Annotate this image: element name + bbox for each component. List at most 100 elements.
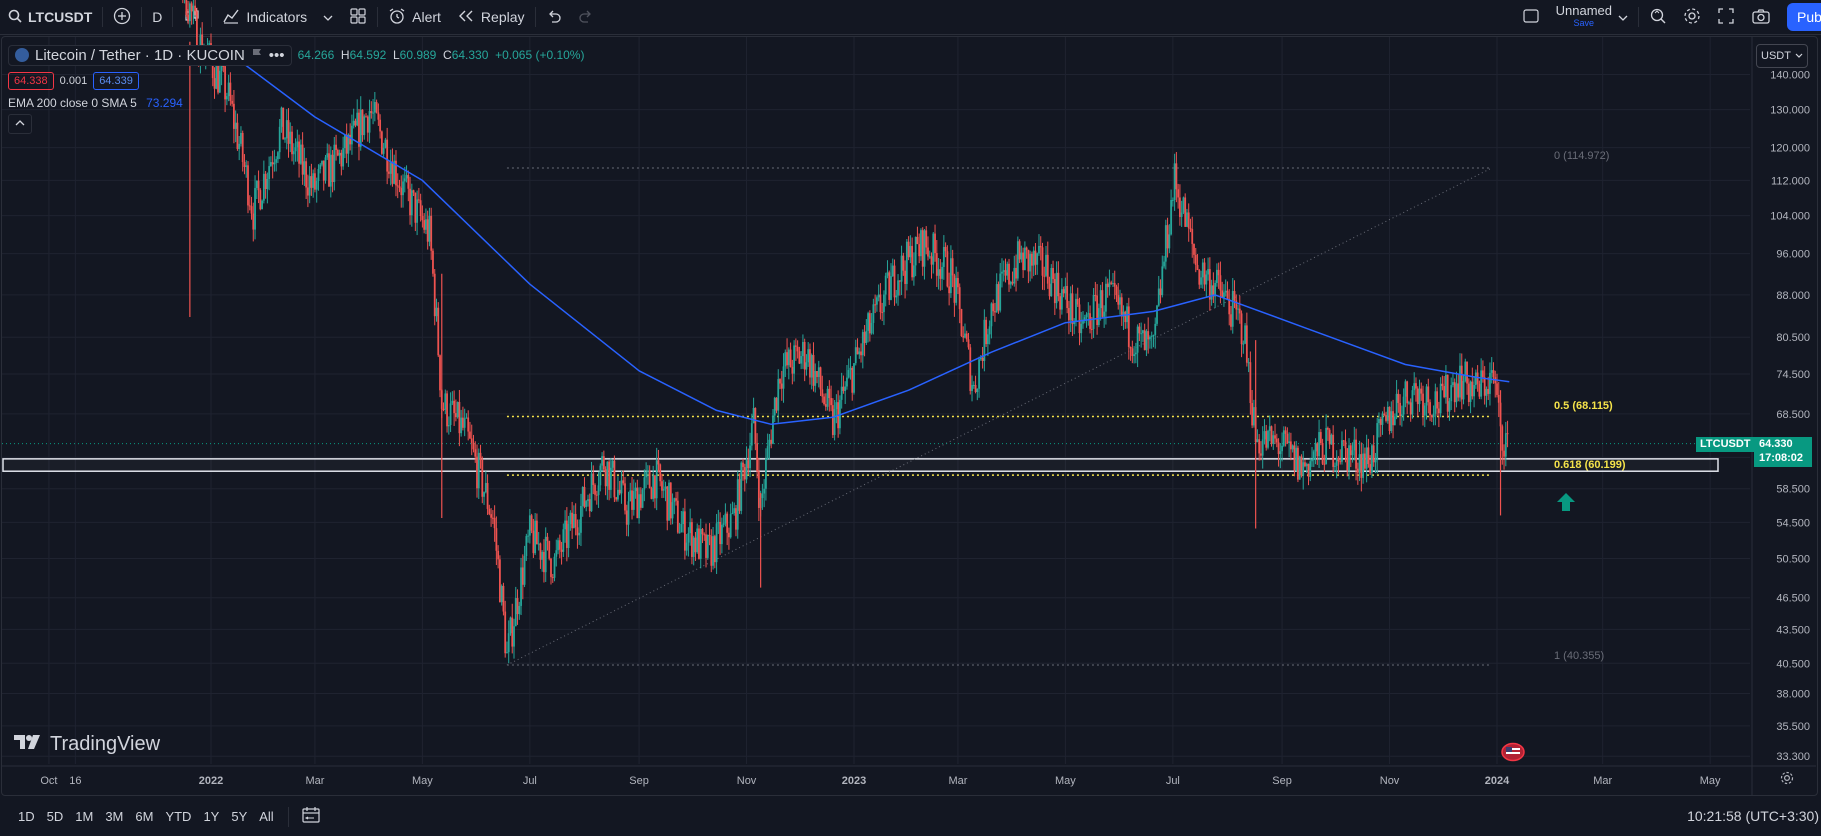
candle-body [187, 14, 189, 22]
candle-body [1408, 402, 1410, 404]
range-button-3m[interactable]: 3M [99, 809, 129, 824]
range-button-5y[interactable]: 5Y [225, 809, 253, 824]
candle-body [754, 407, 757, 444]
candle-body [1173, 163, 1176, 200]
range-button-1y[interactable]: 1Y [197, 809, 225, 824]
ema-legend[interactable]: EMA 200 close 0 SMA 5 73.294 [8, 96, 584, 110]
candle-body [1247, 362, 1250, 364]
candle-body [1006, 263, 1009, 276]
candle-body [432, 250, 434, 274]
range-button-6m[interactable]: 6M [129, 809, 159, 824]
drawings-layer [2, 167, 1752, 666]
candle-body [1374, 460, 1377, 463]
sell-price-button[interactable]: 64.338 [8, 72, 54, 90]
candle-body [523, 556, 526, 585]
candle-body [1258, 439, 1261, 454]
range-button-ytd[interactable]: YTD [159, 809, 197, 824]
x-tick-label: May [1055, 775, 1076, 787]
candle-body [706, 534, 709, 558]
candle-body [949, 258, 952, 294]
more-icon[interactable]: ••• [269, 47, 285, 64]
candle-body [1363, 453, 1366, 469]
chart-grid [2, 37, 1750, 764]
candle-body [742, 462, 744, 468]
buy-price-button[interactable]: 64.339 [93, 72, 139, 90]
candle-body [410, 190, 413, 216]
candle-body [960, 309, 963, 337]
candle-body [449, 403, 452, 425]
candle-body [248, 205, 251, 207]
candle-body [433, 273, 436, 317]
economic-event-flag-icon[interactable] [1500, 742, 1526, 765]
candle-body [646, 470, 649, 472]
candle-body [506, 652, 508, 654]
candle-body [462, 417, 464, 428]
candle-body [430, 215, 433, 251]
collapse-legend-button[interactable] [8, 114, 32, 134]
candle-body [685, 542, 688, 551]
candle-body [773, 397, 776, 416]
candle-body [400, 187, 403, 196]
candle-body [912, 265, 915, 278]
candle-body [602, 456, 605, 470]
candle-body [1464, 361, 1467, 381]
range-button-all[interactable]: All [253, 809, 279, 824]
candle-body [486, 483, 489, 509]
candle-body [488, 508, 491, 515]
range-button-1m[interactable]: 1M [69, 809, 99, 824]
candle-body [722, 523, 725, 525]
candle-body [611, 460, 614, 468]
candle-body [539, 543, 542, 560]
candle-body [1379, 419, 1382, 425]
candle-body [914, 236, 917, 266]
candle-body [257, 180, 260, 191]
range-button-1d[interactable]: 1D [12, 809, 41, 824]
candle-body [1279, 451, 1282, 455]
candle-body [1080, 323, 1083, 334]
axis-settings-icon[interactable] [1780, 771, 1794, 788]
candle-body [1008, 263, 1010, 285]
tradingview-watermark[interactable]: TradingView [14, 733, 160, 756]
candle-body [398, 186, 401, 188]
candle-body [1288, 441, 1291, 444]
range-button-5d[interactable]: 5D [41, 809, 70, 824]
candle-body [927, 247, 929, 257]
candle-body [1226, 290, 1229, 299]
x-tick-label: Mar [1593, 775, 1612, 787]
candle-body [1134, 352, 1137, 355]
candle-body [447, 424, 450, 427]
candle-body [1011, 281, 1014, 284]
candle-body [1392, 411, 1394, 426]
candle-body [1171, 199, 1174, 201]
candle-body [521, 567, 524, 585]
x-tick-label: 16 [69, 775, 81, 787]
candle-body [1487, 388, 1490, 394]
candle-body [252, 213, 255, 230]
candle-body [1200, 277, 1202, 285]
candle-body [786, 352, 788, 366]
x-tick-label: Mar [305, 775, 324, 787]
candle-body [1457, 383, 1460, 398]
up-arrow-icon[interactable] [1556, 492, 1576, 515]
candle-body [576, 527, 579, 536]
candle-body [1471, 381, 1474, 397]
currency-button[interactable]: USDT [1756, 44, 1808, 68]
candle-body [1022, 252, 1025, 271]
go-to-date-button[interactable] [301, 806, 321, 827]
candle-body [1157, 288, 1160, 306]
candle-body [962, 336, 965, 338]
candle-body [701, 528, 704, 535]
candle-body [1029, 253, 1032, 272]
symbol-legend-title[interactable]: Litecoin / Tether · 1D · KUCOIN ••• [8, 44, 292, 66]
candle-body [513, 626, 515, 647]
candle-body [645, 471, 648, 478]
candle-body [743, 467, 746, 480]
timezone-clock[interactable]: 10:21:58 (UTC+3:30) [1687, 797, 1819, 836]
candle-body [1002, 270, 1005, 272]
ema-value: 73.294 [146, 96, 183, 110]
candle-body [405, 175, 408, 179]
candle-body [1076, 298, 1079, 305]
candle-body [551, 577, 554, 579]
litecoin-icon [15, 48, 29, 62]
candle-body [1013, 267, 1016, 284]
